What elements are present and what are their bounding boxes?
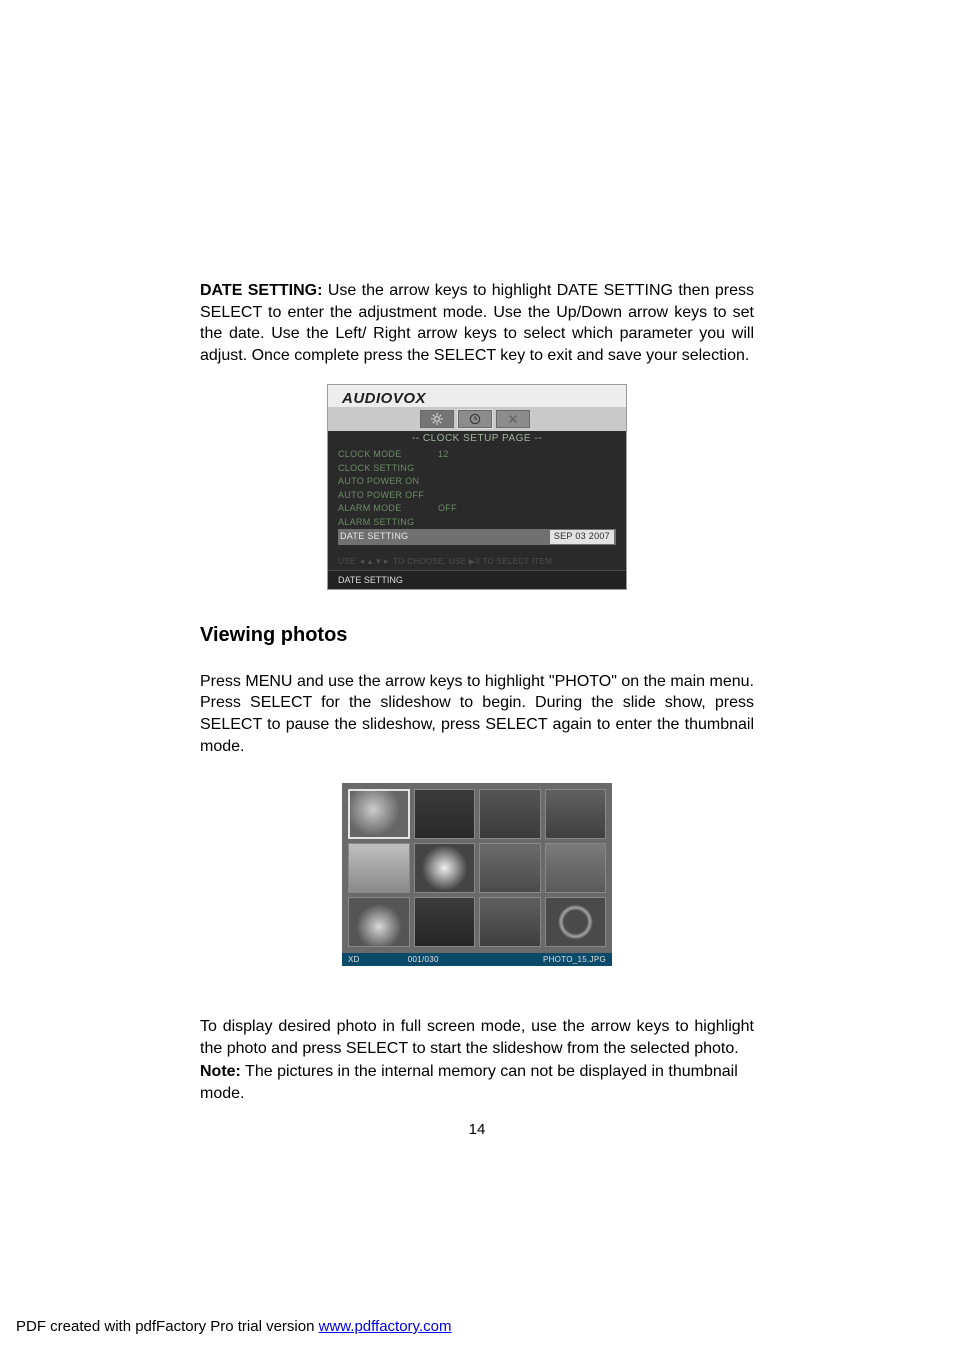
- thumbnail: [479, 843, 541, 893]
- viewing-photos-paragraph: Press MENU and use the arrow keys to hig…: [200, 671, 754, 757]
- menu-row: ALARM SETTING: [338, 516, 616, 530]
- note-label: Note:: [200, 1063, 241, 1080]
- screenshot-title: -- CLOCK SETUP PAGE --: [328, 431, 626, 446]
- status-counter: 001/030: [360, 955, 543, 964]
- screenshot-hint: USE ◄▲▼► TO CHOOSE, USE ▶II TO SELECT IT…: [328, 551, 626, 570]
- thumbnail-grid-screenshot: XD 001/030 PHOTO_15.JPG: [342, 783, 612, 966]
- thumbnail: [414, 843, 476, 893]
- thumbnail: [348, 843, 410, 893]
- pdf-footer: PDF created with pdfFactory Pro trial ve…: [16, 1318, 451, 1335]
- date-setting-paragraph: DATE SETTING: Use the arrow keys to high…: [200, 280, 754, 366]
- footer-prefix: PDF created with pdfFactory Pro trial ve…: [16, 1318, 319, 1335]
- note-text: The pictures in the internal memory can …: [200, 1063, 738, 1102]
- thumbnail: [414, 789, 476, 839]
- screenshot-tabs: [328, 407, 626, 431]
- document-page: DATE SETTING: Use the arrow keys to high…: [0, 0, 954, 1351]
- menu-row: AUTO POWER ON: [338, 475, 616, 489]
- clock-icon: [458, 410, 492, 428]
- thumbnail: [414, 897, 476, 947]
- thumbnail: [479, 789, 541, 839]
- date-setting-heading: DATE SETTING:: [200, 282, 322, 299]
- viewing-photos-heading: Viewing photos: [200, 624, 754, 647]
- thumbnail: [545, 843, 607, 893]
- menu-row: CLOCK SETTING: [338, 462, 616, 476]
- thumbnail: [545, 789, 607, 839]
- gear-icon: [420, 410, 454, 428]
- status-filename: PHOTO_15.JPG: [543, 955, 606, 964]
- thumbnail: [545, 897, 607, 947]
- figure-1-wrap: AUDIOVOX -- CLOCK SETUP PAGE -- CLOCK MO…: [200, 384, 754, 590]
- fullscreen-paragraph: To display desired photo in full screen …: [200, 1016, 754, 1059]
- note-paragraph: Note: The pictures in the internal memor…: [200, 1061, 754, 1104]
- brand-logo: AUDIOVOX: [342, 390, 426, 407]
- status-left: XD: [348, 955, 360, 964]
- page-number: 14: [200, 1121, 754, 1138]
- thumbnail-grid: [342, 783, 612, 953]
- figure-2-wrap: XD 001/030 PHOTO_15.JPG: [200, 783, 754, 966]
- selected-value: SEP 03 2007: [550, 530, 614, 544]
- menu-row: AUTO POWER OFF: [338, 489, 616, 503]
- screenshot-footer: DATE SETTING: [328, 570, 626, 589]
- footer-link[interactable]: www.pdffactory.com: [319, 1318, 452, 1335]
- close-icon: [496, 410, 530, 428]
- clock-setup-screenshot: AUDIOVOX -- CLOCK SETUP PAGE -- CLOCK MO…: [327, 384, 627, 590]
- thumbnail: [348, 897, 410, 947]
- screenshot-header: AUDIOVOX: [328, 385, 626, 407]
- menu-row: CLOCK MODE12: [338, 448, 616, 462]
- thumbnail: [479, 897, 541, 947]
- thumbnail-status-bar: XD 001/030 PHOTO_15.JPG: [342, 953, 612, 966]
- screenshot-menu-list: CLOCK MODE12 CLOCK SETTING AUTO POWER ON…: [328, 446, 626, 551]
- thumbnail-selected: [348, 789, 410, 839]
- menu-row-selected: DATE SETTING SEP 03 2007: [338, 529, 616, 545]
- menu-row: ALARM MODEOFF: [338, 502, 616, 516]
